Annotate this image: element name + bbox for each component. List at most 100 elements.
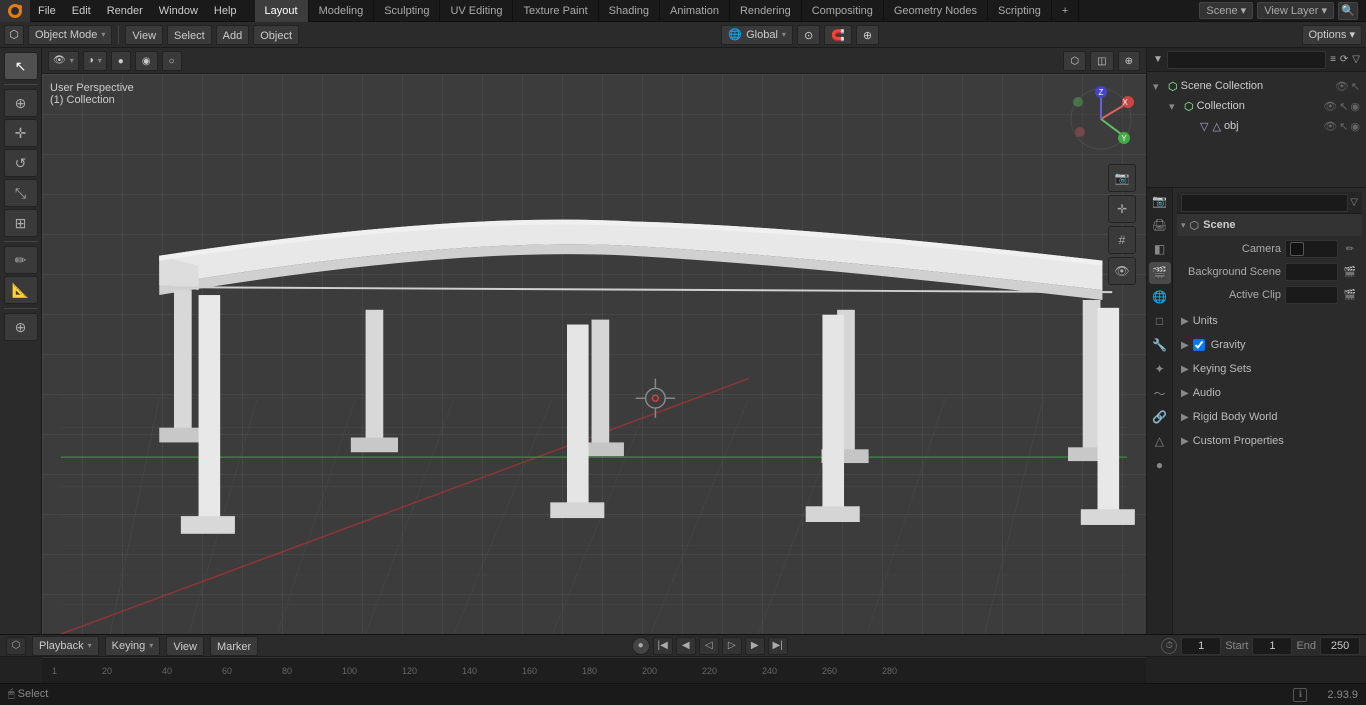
end-frame-input[interactable]: 250: [1320, 637, 1360, 655]
overlay-btn[interactable]: ⬡: [1063, 51, 1086, 71]
timeline-marker-btn[interactable]: Marker: [210, 636, 258, 656]
viewport-shading-rendered[interactable]: ○: [162, 51, 182, 71]
scene-visibility-icon[interactable]: 👁: [1335, 80, 1349, 93]
tab-shading[interactable]: Shading: [599, 0, 660, 22]
tool-measure[interactable]: 📐: [4, 276, 38, 304]
prop-object-btn[interactable]: □: [1149, 310, 1171, 332]
options-dropdown[interactable]: Options ▾: [1302, 25, 1363, 45]
tool-move[interactable]: ✛: [4, 119, 38, 147]
menu-help[interactable]: Help: [206, 0, 245, 22]
props-search-filter-icon[interactable]: ▽: [1350, 197, 1358, 208]
tab-sculpting[interactable]: Sculpting: [374, 0, 440, 22]
prop-material-btn[interactable]: ●: [1149, 454, 1171, 476]
tool-scale[interactable]: ⤡: [4, 179, 38, 207]
skip-to-end-btn[interactable]: ▶|: [768, 637, 788, 655]
gizmo-btn[interactable]: ⊕: [1118, 51, 1140, 71]
timeline-view-btn[interactable]: View: [166, 636, 204, 656]
viewport-mode-icon[interactable]: ⬡: [4, 25, 24, 45]
skip-to-start-btn[interactable]: |◀: [653, 637, 673, 655]
obj-select-icon[interactable]: ↖: [1339, 120, 1348, 133]
menu-window[interactable]: Window: [151, 0, 206, 22]
scene-selector[interactable]: Scene ▾: [1199, 2, 1253, 19]
prop-modifiers-btn[interactable]: 🔧: [1149, 334, 1171, 356]
start-frame-input[interactable]: 1: [1252, 637, 1292, 655]
active-clip-value[interactable]: [1285, 286, 1338, 304]
scene-section-header[interactable]: ▾ ⬡ Scene: [1177, 214, 1362, 236]
prop-constraints-btn[interactable]: 🔗: [1149, 406, 1171, 428]
gravity-checkbox[interactable]: [1193, 339, 1205, 351]
grid-floor-btn[interactable]: #: [1108, 226, 1136, 254]
transform-gizmo-btn[interactable]: ✛: [1108, 195, 1136, 223]
play-back-btn[interactable]: ◁: [699, 637, 719, 655]
step-forward-btn[interactable]: ▶: [745, 637, 765, 655]
background-scene-icon[interactable]: 🎬: [1342, 264, 1358, 280]
xray-btn[interactable]: ◫: [1090, 51, 1113, 71]
col-visibility-icon[interactable]: 👁: [1323, 100, 1337, 113]
prop-particles-btn[interactable]: ✦: [1149, 358, 1171, 380]
tool-transform[interactable]: ⊞: [4, 209, 38, 237]
snap-btn[interactable]: 🧲: [824, 25, 852, 45]
tool-annotate[interactable]: ✏: [4, 246, 38, 274]
object-mode-dropdown[interactable]: Object Mode ▾: [28, 25, 112, 45]
tab-scripting[interactable]: Scripting: [988, 0, 1052, 22]
background-scene-value[interactable]: [1285, 263, 1338, 281]
col-select-icon[interactable]: ↖: [1339, 100, 1348, 113]
outliner-filter-icon[interactable]: ▼: [1153, 54, 1163, 65]
frame-current-display[interactable]: 1: [1181, 637, 1221, 655]
units-header[interactable]: ▶ Units: [1177, 310, 1362, 332]
timeline-menu-btn[interactable]: ⬡: [6, 637, 26, 655]
tab-geometry-nodes[interactable]: Geometry Nodes: [884, 0, 988, 22]
proportional-btn[interactable]: ⊕: [856, 25, 879, 45]
object-menu[interactable]: Object: [253, 25, 299, 45]
viewport-shading-mode[interactable]: ◑ ▾: [83, 51, 107, 71]
gravity-header[interactable]: ▶ Gravity: [1177, 334, 1362, 356]
prop-physics-btn[interactable]: 〜: [1149, 382, 1171, 404]
viewport-display-mode[interactable]: 👁 ▾: [48, 51, 79, 71]
tab-animation[interactable]: Animation: [660, 0, 730, 22]
keying-dropdown[interactable]: Keying ▾: [105, 636, 161, 656]
select-menu[interactable]: Select: [167, 25, 212, 45]
prop-scene-btn[interactable]: 🎬: [1149, 262, 1171, 284]
playback-dropdown[interactable]: Playback ▾: [32, 636, 99, 656]
custom-properties-header[interactable]: ▶ Custom Properties: [1177, 430, 1362, 452]
tab-modeling[interactable]: Modeling: [309, 0, 375, 22]
tab-uv-editing[interactable]: UV Editing: [440, 0, 513, 22]
menu-file[interactable]: File: [30, 0, 64, 22]
tool-cursor[interactable]: ⊕: [4, 89, 38, 117]
outliner-sort-icon[interactable]: ≡: [1330, 54, 1336, 65]
search-icon-btn[interactable]: 🔍: [1338, 2, 1358, 20]
visibility-btn[interactable]: 👁: [1108, 257, 1136, 285]
add-menu[interactable]: Add: [216, 25, 250, 45]
outliner-filter-btn[interactable]: ▽: [1352, 54, 1360, 65]
prop-viewlayer-btn[interactable]: ◧: [1149, 238, 1171, 260]
pivot-btn[interactable]: ⊙: [797, 25, 820, 45]
outliner-search-input[interactable]: [1167, 51, 1326, 69]
tab-texture-paint[interactable]: Texture Paint: [513, 0, 598, 22]
col-render-icon[interactable]: ◉: [1350, 100, 1360, 113]
viewport-shading-material[interactable]: ◉: [135, 51, 158, 71]
tool-rotate[interactable]: ↺: [4, 149, 38, 177]
props-search-input[interactable]: [1181, 194, 1348, 212]
audio-header[interactable]: ▶ Audio: [1177, 382, 1362, 404]
prop-world-btn[interactable]: 🌐: [1149, 286, 1171, 308]
outliner-sync-icon[interactable]: ⟳: [1340, 54, 1348, 65]
active-clip-icon[interactable]: 🎬: [1342, 287, 1358, 303]
prop-render-btn[interactable]: 📷: [1149, 190, 1171, 212]
camera-value[interactable]: [1285, 240, 1338, 258]
tab-compositing[interactable]: Compositing: [802, 0, 884, 22]
tree-collection[interactable]: ▾ ⬡ Collection 👁 ↖ ◉: [1149, 96, 1364, 116]
rigid-body-world-header[interactable]: ▶ Rigid Body World: [1177, 406, 1362, 428]
keying-sets-header[interactable]: ▶ Keying Sets: [1177, 358, 1362, 380]
obj-visibility-icon[interactable]: 👁: [1323, 120, 1337, 133]
step-back-btn[interactable]: ◀: [676, 637, 696, 655]
timeline-ruler[interactable]: 1 20 40 60 80 100 120 140 160 180 200 22…: [42, 657, 1146, 684]
navigation-gizmo[interactable]: X Y Z: [1066, 84, 1136, 154]
play-circle-btn[interactable]: ●: [632, 637, 650, 655]
tab-rendering[interactable]: Rendering: [730, 0, 802, 22]
tool-add[interactable]: ⊕: [4, 313, 38, 341]
obj-render-icon[interactable]: ◉: [1350, 120, 1360, 133]
viewport-shading-solid[interactable]: ●: [111, 51, 131, 71]
tab-add[interactable]: +: [1052, 0, 1079, 22]
menu-edit[interactable]: Edit: [64, 0, 99, 22]
frame-counter-icon[interactable]: ⏱: [1161, 638, 1177, 654]
